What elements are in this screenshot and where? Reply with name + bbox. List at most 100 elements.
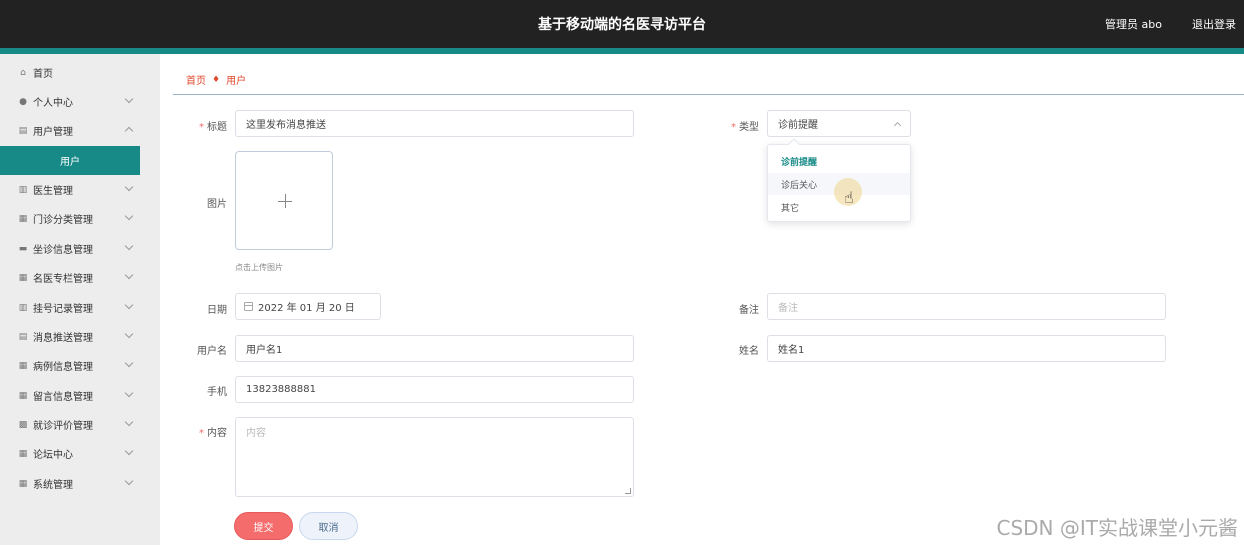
sidebar-item-label: 医生管理	[33, 186, 73, 197]
sidebar-item-clinic-category[interactable]: ▦ 门诊分类管理	[0, 204, 160, 233]
sidebar-item-label: 就诊评价管理	[33, 421, 93, 432]
chevron-down-icon	[124, 182, 134, 192]
sidebar-item-forum-center[interactable]: ▦ 论坛中心	[0, 439, 160, 468]
watermark: CSDN @IT实战课堂小元酱	[996, 516, 1239, 540]
type-select[interactable]: 诊前提醒	[767, 110, 911, 137]
required-mark: *	[731, 122, 736, 133]
name-input[interactable]: 姓名1	[767, 335, 1166, 362]
logout-link[interactable]: 退出登录	[1192, 16, 1236, 32]
app-title: 基于移动端的名医寻访平台	[538, 17, 706, 33]
sidebar-item-label: 消息推送管理	[33, 333, 93, 344]
sidebar-item-label: 留言信息管理	[33, 392, 93, 403]
chevron-down-icon	[124, 476, 134, 486]
chevron-down-icon	[124, 270, 134, 280]
sidebar-item-message-push[interactable]: ▤ 消息推送管理	[0, 322, 160, 351]
grid-icon: ▦	[18, 360, 28, 371]
ticket-icon: ▩	[18, 419, 28, 430]
title-input[interactable]: 这里发布消息推送	[235, 110, 634, 137]
grid-icon: ▦	[18, 478, 28, 489]
chevron-down-icon	[124, 241, 134, 251]
user-icon: ●	[19, 96, 27, 107]
clipboard-icon: ▤	[18, 331, 28, 342]
submit-button[interactable]: 提交	[234, 512, 293, 540]
sidebar-item-label: 个人中心	[33, 98, 73, 109]
resize-handle-icon[interactable]	[625, 488, 631, 494]
breadcrumb-current: 用户	[226, 76, 247, 87]
header-accent-bar	[0, 48, 1244, 54]
calendar-icon	[244, 302, 253, 311]
grid-icon: ▦	[18, 272, 28, 283]
note-label: 备注	[739, 305, 759, 316]
sidebar-subitem-user[interactable]: 用户	[0, 146, 140, 175]
cancel-button[interactable]: 取消	[299, 512, 358, 540]
sidebar-item-label: 首页	[33, 69, 53, 80]
sidebar-item-message-board[interactable]: ▦ 留言信息管理	[0, 381, 160, 410]
chevron-down-icon	[124, 358, 134, 368]
sidebar-item-user-management[interactable]: ▤ 用户管理	[0, 116, 160, 145]
chevron-down-icon	[124, 446, 134, 456]
sidebar-item-system-management[interactable]: ▦ 系统管理	[0, 469, 160, 498]
phone-label: 手机	[207, 387, 227, 398]
sidebar-item-label: 挂号记录管理	[33, 304, 93, 315]
sidebar-item-profile[interactable]: ● 个人中心	[0, 87, 160, 116]
chevron-down-icon	[124, 417, 134, 427]
date-label: 日期	[207, 305, 227, 316]
type-select-value: 诊前提醒	[778, 120, 818, 131]
sidebar-item-label: 名医专栏管理	[33, 274, 93, 285]
sidebar-item-label: 论坛中心	[33, 450, 73, 461]
chevron-up-icon	[124, 126, 134, 136]
image-upload-button[interactable]	[235, 151, 333, 250]
sidebar-item-registration-records[interactable]: ▥ 挂号记录管理	[0, 293, 160, 322]
dropdown-arrow	[788, 138, 800, 150]
content-label: * 内容	[199, 428, 227, 439]
upload-tip: 点击上传图片	[235, 263, 283, 272]
username-input[interactable]: 用户名1	[235, 335, 634, 362]
sidebar-item-doctor-management[interactable]: ▥ 医生管理	[0, 175, 160, 204]
hand-pointer-icon: ☝	[844, 188, 854, 207]
username-label: 用户名	[197, 346, 227, 357]
breadcrumb-home[interactable]: 首页	[186, 72, 206, 87]
breadcrumb: 首页 ♦ 用户	[186, 72, 247, 88]
title-label: * 标题	[199, 122, 227, 133]
type-label: * 类型	[731, 122, 759, 133]
type-option-pre-visit[interactable]: 诊前提醒	[768, 150, 910, 172]
chevron-down-icon	[124, 329, 134, 339]
content-placeholder: 内容	[246, 428, 266, 439]
bar-chart-icon: ▥	[18, 302, 28, 313]
image-label: 图片	[207, 199, 227, 210]
chevron-down-icon	[124, 94, 134, 104]
sidebar: ⌂ 首页 ● 个人中心 ▤ 用户管理 用户 ▥ 医生管理 ▦ 门诊分类管理 ▬ …	[0, 54, 160, 545]
home-icon: ⌂	[20, 67, 26, 78]
sidebar-item-consultation-info[interactable]: ▬ 坐诊信息管理	[0, 234, 160, 263]
content-textarea[interactable]: 内容	[235, 417, 634, 497]
required-mark: *	[199, 428, 204, 439]
top-header: 基于移动端的名医寻访平台 管理员 abo 退出登录	[0, 0, 1244, 48]
sidebar-item-label: 门诊分类管理	[33, 215, 93, 226]
sidebar-item-home[interactable]: ⌂ 首页	[0, 58, 160, 87]
chevron-up-icon	[893, 121, 902, 130]
grid-icon: ▦	[18, 448, 28, 459]
required-mark: *	[199, 122, 204, 133]
phone-input[interactable]: 13823888881	[235, 376, 634, 403]
breadcrumb-separator-icon: ♦	[212, 74, 221, 85]
chevron-down-icon	[124, 388, 134, 398]
sidebar-item-label: 坐诊信息管理	[33, 245, 93, 256]
date-value: 2022 年 01 月 20 日	[258, 303, 355, 314]
sidebar-item-case-info[interactable]: ▦ 病例信息管理	[0, 351, 160, 380]
sidebar-item-visit-evaluation[interactable]: ▩ 就诊评价管理	[0, 410, 160, 439]
plus-icon-vertical	[285, 194, 286, 208]
grid-icon: ▦	[18, 213, 28, 224]
note-input[interactable]: 备注	[767, 293, 1166, 320]
admin-user-label: 管理员 abo	[1105, 18, 1162, 31]
stamp-icon: ▬	[18, 243, 28, 254]
breadcrumb-divider	[173, 94, 1244, 95]
chevron-down-icon	[124, 300, 134, 310]
name-label: 姓名	[739, 346, 759, 357]
sidebar-item-label: 病例信息管理	[33, 362, 93, 373]
bar-chart-icon: ▥	[18, 184, 28, 195]
chevron-down-icon	[124, 211, 134, 221]
date-picker[interactable]: 2022 年 01 月 20 日	[235, 293, 381, 320]
sidebar-item-label: 系统管理	[33, 480, 73, 491]
sidebar-item-famous-doctor-column[interactable]: ▦ 名医专栏管理	[0, 263, 160, 292]
clipboard-icon: ▤	[18, 125, 28, 136]
